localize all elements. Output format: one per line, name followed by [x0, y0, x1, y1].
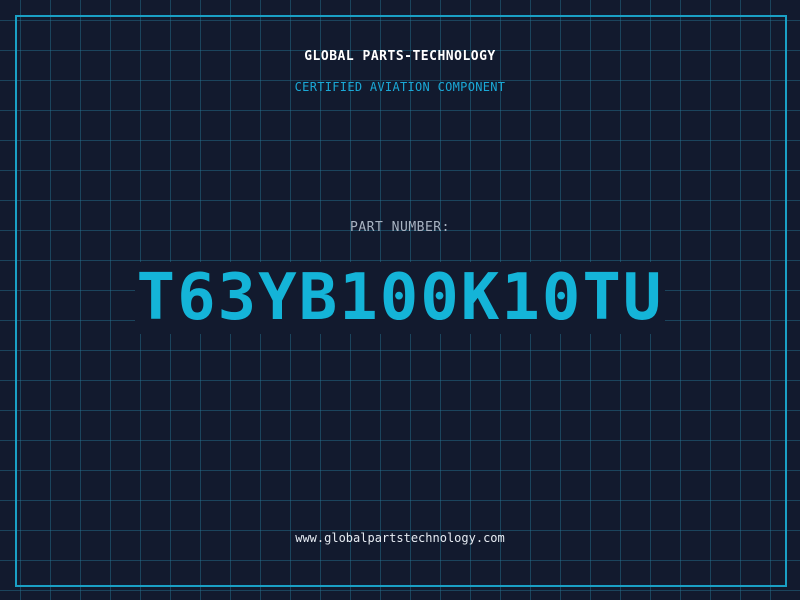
- company-name: GLOBAL PARTS-TECHNOLOGY: [304, 49, 496, 64]
- website-link[interactable]: www.globalpartstechnology.com: [0, 531, 800, 545]
- certification-subtitle: CERTIFIED AVIATION COMPONENT: [294, 80, 506, 94]
- part-number-value: T63YB100K10TU: [134, 261, 666, 335]
- part-number-label: PART NUMBER:: [350, 220, 450, 235]
- part-number-container: T63YB100K10TU: [0, 262, 800, 334]
